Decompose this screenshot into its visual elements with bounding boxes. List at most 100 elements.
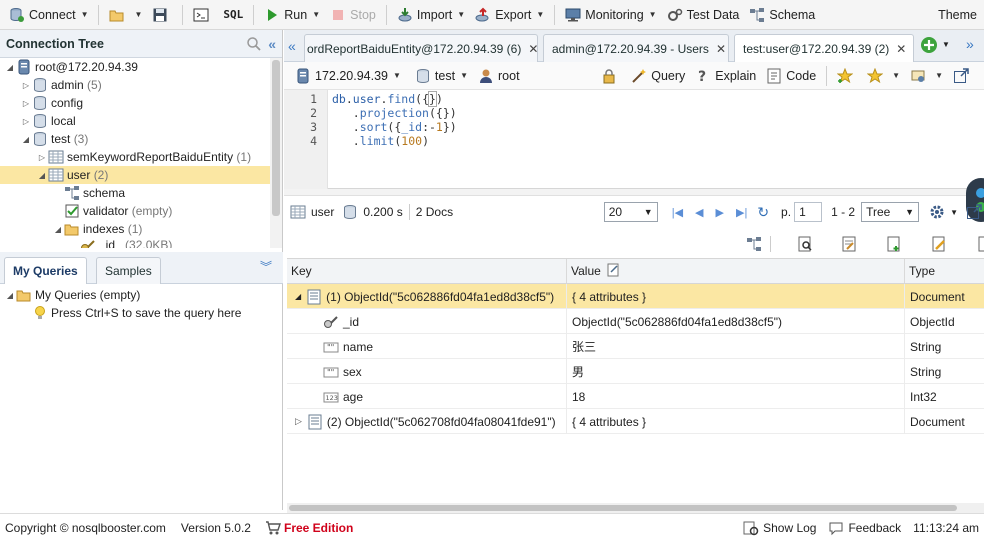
shell-button[interactable] <box>188 3 218 27</box>
favorites-button[interactable]: ▼ <box>862 64 905 88</box>
tree-item-user[interactable]: ◢ user (2) <box>0 166 270 184</box>
table-row[interactable]: ◢ (1) ObjectId("5c062886fd04fa1ed8d38cf5… <box>287 284 984 309</box>
close-icon[interactable]: ✕ <box>896 42 906 56</box>
search-icon[interactable] <box>246 36 262 52</box>
tab-admin-users[interactable]: admin@172.20.94.39 - Users ✕ <box>543 34 729 62</box>
tree-item-admin[interactable]: ▷ admin (5) <box>0 76 270 94</box>
tree-item-config[interactable]: ▷ config <box>0 94 270 112</box>
table-row[interactable]: "" name 张三 String <box>287 334 984 359</box>
chevron-down-icon[interactable]: ▼ <box>950 208 958 217</box>
next-page-icon[interactable]: ▶ <box>716 206 724 219</box>
collapsed-arrow-icon[interactable]: ▷ <box>295 416 302 427</box>
expanded-arrow-icon[interactable]: ◢ <box>52 225 64 234</box>
first-page-icon[interactable]: |◀ <box>672 206 683 219</box>
scroll-tabs-right-icon[interactable]: » <box>966 36 974 52</box>
tree-item-test[interactable]: ◢ test (3) <box>0 130 270 148</box>
monitoring-button[interactable]: Monitoring ▼ <box>560 3 661 27</box>
chevron-double-down-icon[interactable]: ︾ <box>260 258 272 275</box>
tree-structure-icon[interactable] <box>746 236 762 252</box>
update-document-icon[interactable] <box>931 236 947 252</box>
expanded-arrow-icon[interactable]: ◢ <box>295 292 301 301</box>
collapsed-arrow-icon[interactable]: ▷ <box>20 99 32 108</box>
expanded-arrow-icon[interactable]: ◢ <box>20 135 32 144</box>
prev-page-icon[interactable]: ◀ <box>695 206 703 219</box>
chevron-down-icon[interactable]: ▼ <box>942 40 950 49</box>
grid-scrollbar-thumb[interactable] <box>289 505 957 511</box>
close-icon[interactable]: ✕ <box>716 42 726 56</box>
tab-my-queries[interactable]: My Queries <box>4 257 87 284</box>
collapsed-arrow-icon[interactable]: ▷ <box>20 81 32 90</box>
expanded-arrow-icon[interactable]: ◢ <box>4 291 16 300</box>
tree-item-validator[interactable]: validator (empty) <box>0 202 270 220</box>
table-row[interactable]: 123 age 18 Int32 <box>287 384 984 409</box>
grid-horizontal-scrollbar[interactable] <box>287 503 984 513</box>
database-selector[interactable]: test ▼ <box>410 64 473 88</box>
sql-button[interactable]: SQL <box>218 3 248 27</box>
popout-button[interactable] <box>948 64 978 88</box>
collapse-panel-icon[interactable]: « <box>268 36 276 52</box>
code-editor[interactable]: 1 2 3 4 db.user.find({}) .projection({})… <box>284 90 984 189</box>
tree-item-root[interactable]: ◢ root@172.20.94.39 <box>0 58 270 76</box>
refresh-icon[interactable]: ↻ <box>757 204 769 221</box>
import-button[interactable]: Import ▼ <box>392 3 470 27</box>
page-size-select[interactable]: 20 ▼ <box>603 202 658 222</box>
query-button[interactable]: Query <box>626 64 690 88</box>
table-row[interactable]: _id ObjectId("5c062886fd04fa1ed8d38cf5")… <box>287 309 984 334</box>
collapsed-arrow-icon[interactable]: ▷ <box>36 153 48 162</box>
view-document-icon[interactable] <box>797 236 813 252</box>
stop-button[interactable]: Stop <box>325 3 381 27</box>
tree-scrollbar[interactable] <box>270 58 282 248</box>
add-tab-button[interactable]: ▼ <box>920 36 950 53</box>
test-data-button[interactable]: Test Data <box>662 3 745 27</box>
export-button[interactable]: Export ▼ <box>470 3 549 27</box>
expanded-arrow-icon[interactable]: ◢ <box>36 171 48 180</box>
tree-item-schema[interactable]: schema <box>0 184 270 202</box>
explain-button[interactable]: ? Explain <box>690 64 761 88</box>
show-log-link[interactable]: Show Log <box>763 521 816 535</box>
column-header-key[interactable]: Key <box>287 259 567 284</box>
lock-button[interactable] <box>596 64 626 88</box>
collapsed-arrow-icon[interactable]: ▷ <box>20 117 32 126</box>
add-favorite-button[interactable] <box>832 64 862 88</box>
key-icon <box>80 238 96 248</box>
my-queries-root[interactable]: ◢ My Queries (empty) <box>0 286 283 304</box>
delete-document-icon[interactable] <box>977 236 984 252</box>
tab-semkeyword[interactable]: ordReportBaiduEntity@172.20.94.39 (6) ✕ <box>304 34 538 62</box>
edit-document-icon[interactable] <box>841 236 857 252</box>
schema-button[interactable]: Schema <box>744 3 820 27</box>
tab-test-user[interactable]: test:user@172.20.94.39 (2) ✕ <box>734 34 914 63</box>
theme-button[interactable]: Theme <box>933 3 982 27</box>
open-button[interactable]: ▼ <box>104 3 147 27</box>
page-number-input[interactable]: 1 <box>794 202 823 222</box>
run-button[interactable]: Run ▼ <box>259 3 325 27</box>
table-row[interactable]: "" sex 男 String <box>287 359 984 384</box>
close-icon[interactable]: ✕ <box>528 42 537 56</box>
code-button[interactable]: Code <box>761 64 821 88</box>
expanded-arrow-icon[interactable]: ◢ <box>4 63 16 72</box>
feedback-link[interactable]: Feedback <box>848 521 901 535</box>
splitter[interactable] <box>284 189 984 196</box>
tree-item-index-id[interactable]: _id_ (32.0KB) <box>0 238 270 248</box>
snippets-button[interactable]: ▼ <box>905 64 948 88</box>
last-page-icon[interactable]: ▶| <box>736 206 747 219</box>
type-cell: String <box>910 364 942 379</box>
gear-icon[interactable] <box>929 204 945 220</box>
tab-samples[interactable]: Samples <box>96 257 161 284</box>
tree-item-indexes[interactable]: ◢ indexes (1) <box>0 220 270 238</box>
scroll-tabs-left-icon[interactable]: « <box>288 38 296 54</box>
connect-button[interactable]: Connect ▼ <box>4 3 93 27</box>
view-mode-select[interactable]: Tree ▼ <box>861 202 920 222</box>
popout-icon[interactable] <box>966 204 982 220</box>
tree-item-collection[interactable]: ▷ semKeywordReportBaiduEntity (1) <box>0 148 270 166</box>
add-document-icon[interactable] <box>886 236 902 252</box>
column-header-type[interactable]: Type <box>905 259 984 284</box>
host-selector[interactable]: 172.20.94.39 ▼ <box>290 64 406 88</box>
column-header-value[interactable]: Value <box>567 259 905 284</box>
tree-scrollbar-thumb[interactable] <box>272 60 280 216</box>
table-row[interactable]: ▷ (2) ObjectId("5c062708fd04fa08041fde91… <box>287 409 984 434</box>
save-button[interactable] <box>147 3 177 27</box>
copyright-link[interactable]: Copyright © nosqlbooster.com <box>5 521 166 535</box>
free-edition-link[interactable]: Free Edition <box>284 521 353 535</box>
tree-item-local[interactable]: ▷ local <box>0 112 270 130</box>
line-number: 4 <box>310 134 317 148</box>
